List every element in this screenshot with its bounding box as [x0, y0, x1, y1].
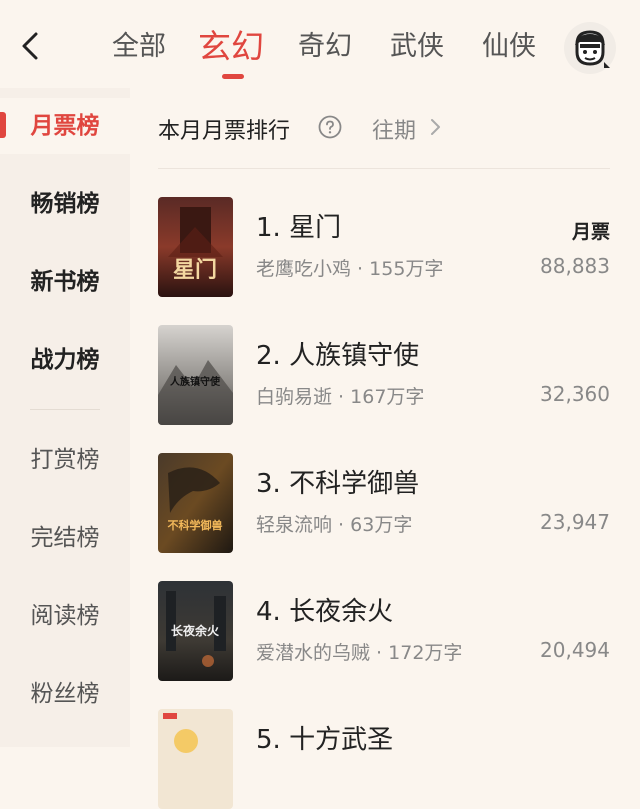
book-row[interactable]: 5. 十方武圣 [158, 709, 610, 809]
book-cover[interactable]: 不科学御兽 [158, 453, 233, 553]
book-cover[interactable]: 星门 [158, 197, 233, 297]
book-title[interactable]: 2. 人族镇守使 [256, 335, 419, 372]
sidebar-item-fans[interactable]: 粉丝榜 [0, 666, 130, 722]
book-meta: 轻泉流响 · 63万字 [256, 514, 413, 536]
book-author[interactable]: 老鹰吃小鸡 [256, 258, 351, 280]
metric-label: 月票 [571, 221, 610, 243]
vote-count: 32,360 [540, 382, 610, 406]
book-row[interactable]: 不科学御兽 3. 不科学御兽 轻泉流响 · 63万字 23,947 [158, 453, 610, 553]
tab-wuxia[interactable]: 武侠 [390, 24, 444, 63]
help-icon[interactable] [318, 115, 342, 143]
book-cover[interactable] [158, 709, 233, 809]
book-author[interactable]: 轻泉流响 [256, 514, 332, 536]
sidebar-item-new-books[interactable]: 新书榜 [0, 254, 130, 310]
sidebar-item-monthly-ticket[interactable]: 月票榜 [0, 98, 130, 154]
sidebar-item-reading[interactable]: 阅读榜 [0, 588, 130, 644]
tab-all[interactable]: 全部 [112, 24, 166, 63]
book-meta: 爱潜水的乌贼 · 172万字 [256, 642, 463, 664]
cover-title-text: 不科学御兽 [168, 518, 223, 532]
sidebar-divider [30, 409, 100, 410]
book-cover[interactable]: 长夜余火 [158, 581, 233, 681]
book-word-count: 63万字 [350, 514, 413, 536]
book-meta: 老鹰吃小鸡 · 155万字 [256, 258, 444, 280]
book-title[interactable]: 3. 不科学御兽 [256, 463, 419, 500]
user-avatar-icon[interactable] [564, 22, 616, 74]
ranking-sidebar: 月票榜 畅销榜 新书榜 战力榜 打赏榜 完结榜 阅读榜 粉丝榜 [0, 88, 130, 747]
book-title[interactable]: 1. 星门 [256, 207, 341, 244]
sidebar-item-bestseller[interactable]: 畅销榜 [0, 176, 130, 232]
book-word-count: 172万字 [388, 642, 463, 664]
tab-xianxia[interactable]: 仙侠 [482, 24, 536, 63]
past-periods-link[interactable]: 往期 [372, 113, 416, 145]
sidebar-item-reward[interactable]: 打赏榜 [0, 432, 130, 488]
sidebar-item-power[interactable]: 战力榜 [0, 332, 130, 388]
top-bar: 全部 玄幻 奇幻 武侠 仙侠 [0, 0, 640, 100]
chevron-right-icon[interactable] [428, 117, 442, 141]
book-row[interactable]: 长夜余火 4. 长夜余火 爱潜水的乌贼 · 172万字 20,494 [158, 581, 610, 681]
list-header: 本月月票排行 往期 [158, 108, 610, 148]
book-row[interactable]: 星门 1. 星门 老鹰吃小鸡 · 155万字 月票 88,883 [158, 197, 610, 297]
back-icon[interactable] [12, 26, 52, 66]
cover-title-text: 人族镇守使 [170, 375, 221, 388]
book-cover[interactable]: 人族镇守使 [158, 325, 233, 425]
book-title[interactable]: 5. 十方武圣 [256, 719, 393, 756]
header-divider [158, 168, 610, 169]
sidebar-item-completed[interactable]: 完结榜 [0, 510, 130, 566]
cover-title-text: 长夜余火 [171, 623, 220, 638]
book-word-count: 155万字 [369, 258, 444, 280]
book-author[interactable]: 白驹易逝 [256, 386, 332, 408]
book-meta: 白驹易逝 · 167万字 [256, 386, 425, 408]
book-word-count: 167万字 [350, 386, 425, 408]
active-tab-indicator [222, 74, 244, 79]
book-author[interactable]: 爱潜水的乌贼 [256, 642, 370, 664]
cover-title-text: 星门 [173, 257, 217, 283]
tab-qihuan[interactable]: 奇幻 [298, 24, 352, 63]
vote-count: 88,883 [540, 254, 610, 278]
vote-count: 20,494 [540, 638, 610, 662]
tab-xuanhuan[interactable]: 玄幻 [198, 20, 264, 68]
vote-count: 23,947 [540, 510, 610, 534]
list-title: 本月月票排行 [158, 119, 291, 144]
book-title[interactable]: 4. 长夜余火 [256, 591, 393, 628]
book-row[interactable]: 人族镇守使 2. 人族镇守使 白驹易逝 · 167万字 32,360 [158, 325, 610, 425]
